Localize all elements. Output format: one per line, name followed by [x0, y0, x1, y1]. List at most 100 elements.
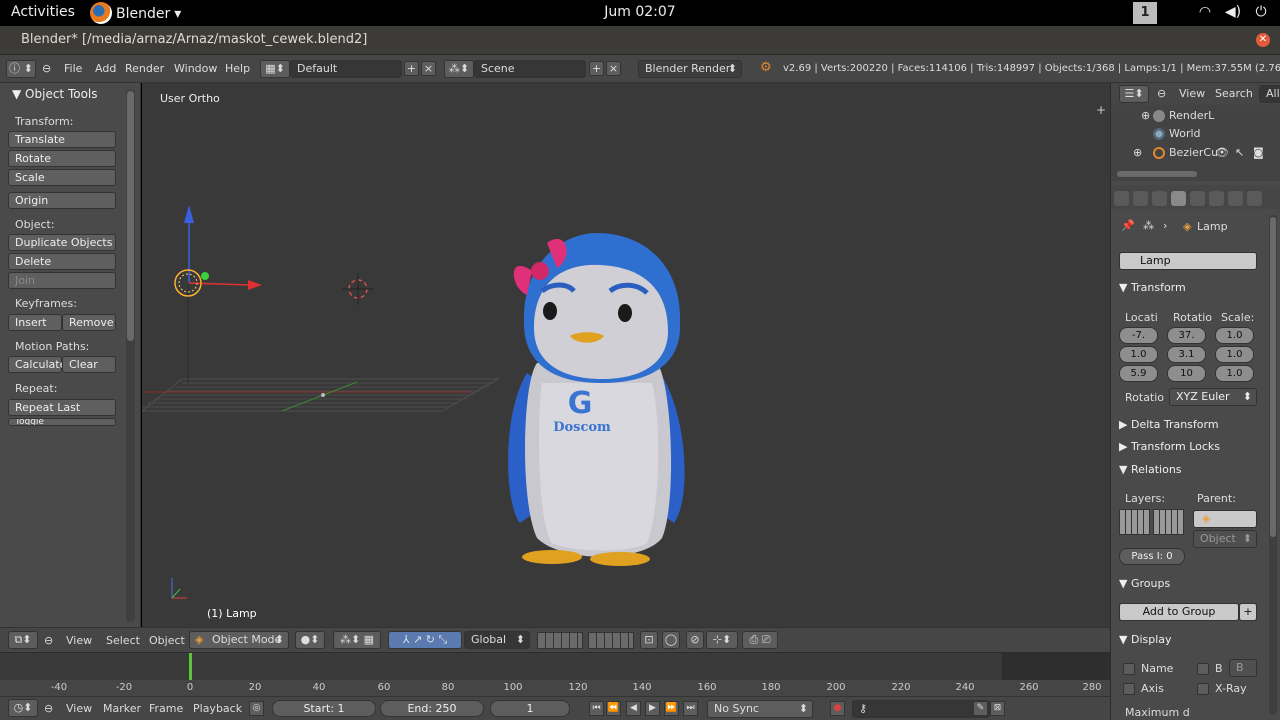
activities-button[interactable]: Activities — [11, 4, 75, 20]
menu-playback[interactable]: Playback — [193, 702, 242, 715]
render-tab-icon[interactable] — [1114, 191, 1129, 206]
snap-element-button[interactable]: ⊹⬍ — [706, 631, 738, 649]
insert-keyframe-icon[interactable]: ✎ — [973, 701, 988, 716]
pass-index-field[interactable]: Pass I: 0 — [1119, 548, 1185, 565]
scene-tab-icon[interactable] — [1152, 191, 1167, 206]
jump-keyframe-forward-icon[interactable]: ⏩ — [664, 701, 679, 716]
outliner-item[interactable]: World — [1169, 127, 1201, 140]
scene-icon[interactable]: ⁂⬍ — [444, 60, 474, 78]
expand-icon[interactable]: ⊕ — [1133, 146, 1142, 159]
lock-layers-icon[interactable]: ⊡ — [640, 631, 658, 649]
location-z-field[interactable]: 5.9 — [1119, 365, 1158, 382]
menu-search[interactable]: Search — [1215, 87, 1253, 100]
insert-keyframe-button[interactable]: Insert — [8, 314, 62, 331]
remove-screen-icon[interactable]: × — [421, 61, 436, 76]
selectability-cursor-icon[interactable]: ↖ — [1235, 146, 1244, 159]
menu-select[interactable]: Select — [106, 634, 140, 647]
tool-shelf-scroll-thumb[interactable] — [127, 91, 134, 341]
menu-view[interactable]: View — [1179, 87, 1205, 100]
3d-viewport[interactable]: User Ortho G Doscom (1) Lamp + — [142, 83, 1110, 627]
jump-end-icon[interactable]: ⏭ — [683, 701, 698, 716]
expand-icon[interactable]: ⊕ — [1141, 109, 1150, 122]
properties-scrollbar[interactable] — [1269, 215, 1277, 715]
constraints-tab-icon[interactable] — [1190, 191, 1205, 206]
clear-button[interactable]: Clear — [62, 356, 116, 373]
object-layers-grid-2[interactable] — [1153, 509, 1184, 535]
groups-panel-header[interactable]: ▼ Groups — [1119, 577, 1264, 597]
delta-transform-panel-header[interactable]: ▶ Delta Transform — [1119, 418, 1264, 438]
material-tab-icon[interactable] — [1228, 191, 1243, 206]
render-camera-icon[interactable]: ◙ — [1253, 146, 1264, 159]
delete-button[interactable]: Delete — [8, 253, 116, 270]
outliner-item[interactable]: RenderL — [1169, 109, 1214, 122]
display-panel-header[interactable]: ▼ Display — [1119, 633, 1264, 653]
editor-type-outliner-button[interactable]: ☰⬍ — [1119, 85, 1149, 103]
display-name-checkbox[interactable] — [1123, 663, 1135, 675]
pivot-point-button[interactable]: ⁂⬍ ▦ — [333, 631, 381, 649]
scale-z-field[interactable]: 1.0 — [1215, 365, 1254, 382]
bounds-type-dropdown[interactable]: B — [1229, 659, 1257, 677]
current-frame-field[interactable]: 1 — [490, 700, 570, 717]
timeline-ruler[interactable]: -40 -20 0 20 40 60 80 100 120 140 160 18… — [0, 680, 1110, 696]
menu-view[interactable]: View — [66, 634, 92, 647]
wifi-icon[interactable]: ◠ — [1196, 4, 1214, 20]
collapse-menu-icon[interactable]: ⊖ — [44, 634, 53, 647]
delete-keyframe-icon[interactable]: ⊠ — [990, 701, 1005, 716]
pin-icon[interactable]: 📌 — [1121, 219, 1135, 232]
viewport-plus-icon[interactable]: + — [1096, 103, 1106, 117]
translate-button[interactable]: Translate — [8, 131, 116, 148]
menu-window[interactable]: Window — [174, 62, 217, 75]
editor-type-3d-button[interactable]: ⧉⬍ — [8, 631, 38, 649]
current-frame-indicator[interactable] — [189, 653, 192, 680]
outliner-item[interactable]: BezierCu — [1169, 146, 1218, 159]
falloff-icon[interactable]: ⊘ — [686, 631, 704, 649]
add-screen-icon[interactable]: + — [404, 61, 419, 76]
menu-marker[interactable]: Marker — [103, 702, 141, 715]
scale-x-field[interactable]: 1.0 — [1215, 327, 1254, 344]
editor-type-timeline-button[interactable]: ◷⬍ — [8, 699, 38, 717]
editor-type-info-button[interactable]: ⓘ ⬍ — [6, 60, 36, 78]
tool-shelf-scrollbar[interactable] — [126, 89, 135, 622]
jump-keyframe-back-icon[interactable]: ⏪ — [606, 701, 621, 716]
collapse-menu-icon[interactable]: ⊖ — [44, 702, 53, 715]
display-axis-checkbox[interactable] — [1123, 683, 1135, 695]
transform-panel-header[interactable]: ▼ Transform — [1119, 281, 1264, 301]
manipulator-buttons[interactable]: ⅄ ↗ ↻ ⤡ — [388, 631, 462, 649]
rotate-button[interactable]: Rotate — [8, 150, 116, 167]
system-tray[interactable]: ◠ ◀) ⏻ — [1196, 4, 1270, 20]
location-x-field[interactable]: -7. — [1119, 327, 1158, 344]
repeat-last-button[interactable]: Repeat Last — [8, 399, 116, 416]
duplicate-objects-button[interactable]: Duplicate Objects — [8, 234, 116, 251]
remove-scene-icon[interactable]: × — [606, 61, 621, 76]
viewport-shading-button[interactable]: ●⬍ — [295, 631, 325, 649]
play-icon[interactable]: ▶ — [645, 701, 660, 716]
menu-help[interactable]: Help — [225, 62, 250, 75]
timeline[interactable]: -40 -20 0 20 40 60 80 100 120 140 160 18… — [0, 653, 1110, 696]
origin-button[interactable]: Origin — [8, 192, 116, 209]
properties-scroll-thumb[interactable] — [1270, 217, 1276, 537]
proportional-edit-icon[interactable]: ◯ — [662, 631, 680, 649]
visibility-eye-icon[interactable]: 👁 — [1215, 146, 1229, 159]
menu-view[interactable]: View — [66, 702, 92, 715]
parent-type-dropdown[interactable]: Object ⬍ — [1193, 530, 1257, 548]
jump-start-icon[interactable]: ⏮ — [589, 701, 604, 716]
add-group-icon[interactable]: + — [1239, 603, 1257, 621]
viewport-scene[interactable]: G Doscom — [142, 83, 1110, 627]
transform-orientation-dropdown[interactable]: Global ⬍ — [464, 631, 530, 649]
object-tab-icon[interactable] — [1171, 191, 1186, 206]
transform-locks-panel-header[interactable]: ▶ Transform Locks — [1119, 440, 1264, 460]
menu-file[interactable]: File — [64, 62, 82, 75]
display-bounds-checkbox[interactable] — [1197, 663, 1209, 675]
record-icon[interactable]: ● — [830, 701, 845, 716]
workspace-indicator[interactable]: 1 — [1133, 2, 1157, 24]
screen-layout-field[interactable]: Default — [290, 60, 402, 78]
outliner-scrollbar[interactable] — [1117, 171, 1197, 177]
start-frame-field[interactable]: Start: 1 — [272, 700, 376, 717]
keying-set-field[interactable]: ⚷ — [852, 700, 990, 718]
render-buttons[interactable]: ⎙ ⎚ — [742, 631, 778, 649]
close-window-button[interactable]: ✕ — [1256, 33, 1270, 47]
screen-layout-icon[interactable]: ▦⬍ — [260, 60, 290, 78]
render-engine-dropdown[interactable]: Blender Render ⬍ — [638, 60, 742, 78]
preview-range-icon[interactable]: ◎ — [249, 701, 264, 716]
object-tools-title[interactable]: ▼ Object Tools — [12, 87, 98, 101]
